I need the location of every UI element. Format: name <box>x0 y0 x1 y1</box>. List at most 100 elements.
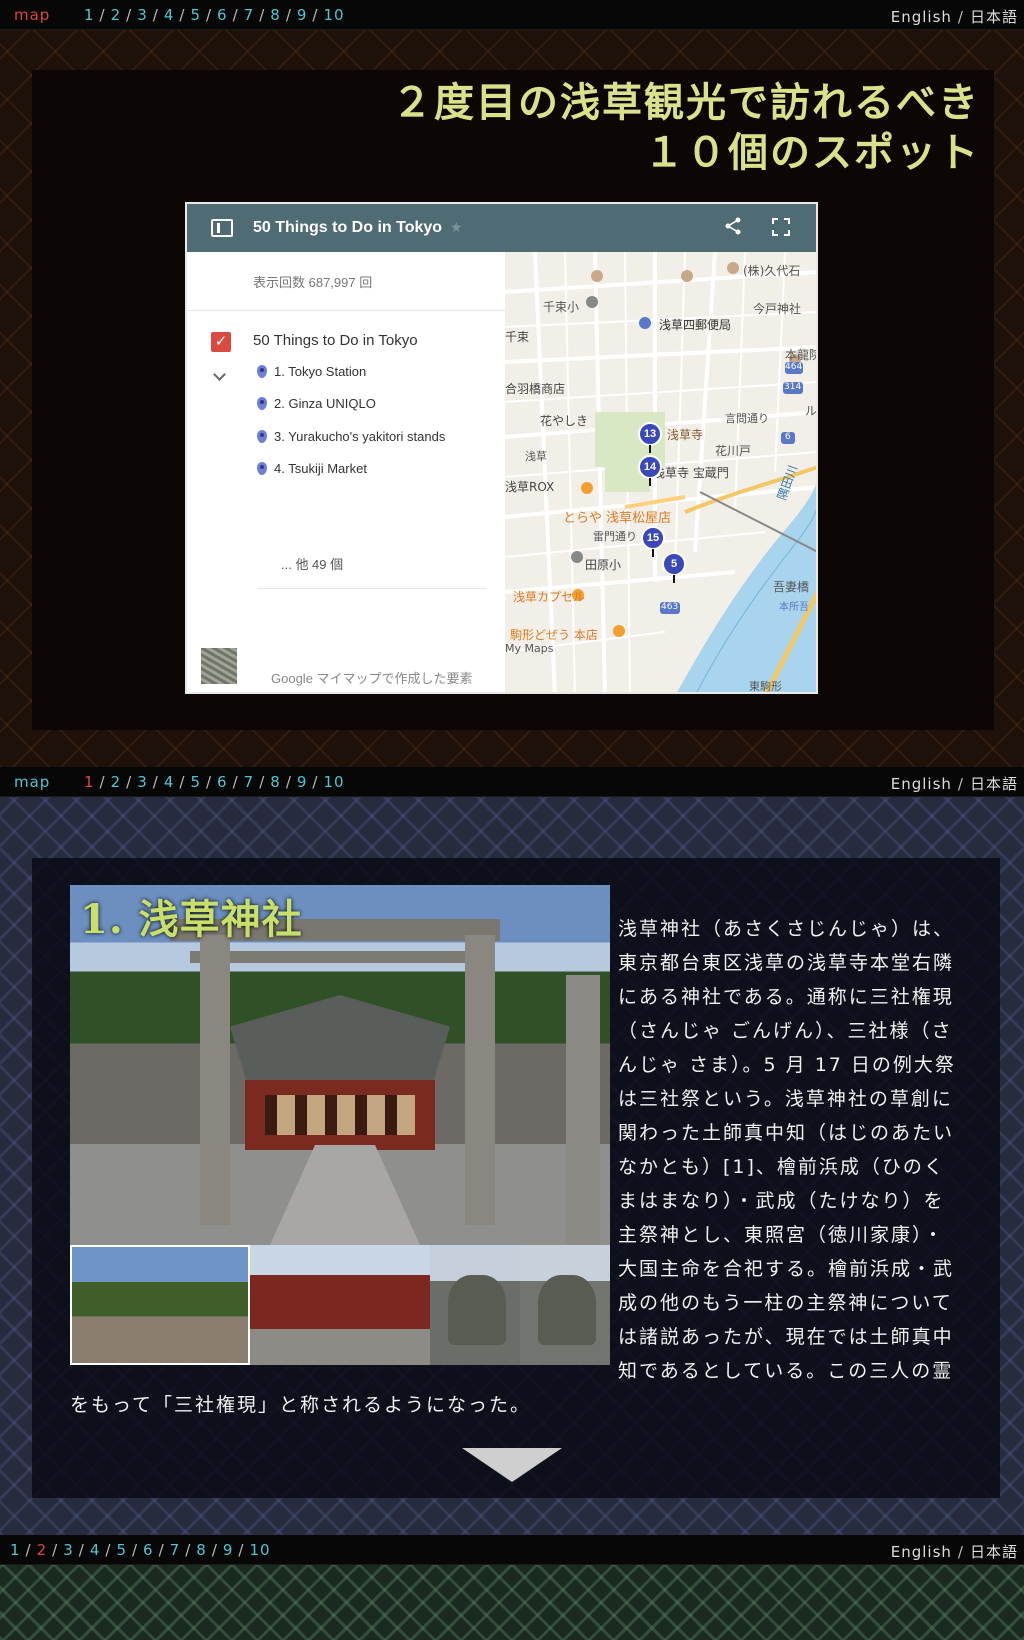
page-link-3[interactable]: 3 <box>137 773 148 791</box>
route-number: 314 <box>784 382 802 392</box>
layer-checkbox[interactable]: ✓ <box>211 332 231 352</box>
map-label: 浅草寺 <box>667 428 704 442</box>
intro-title-line2: １０個のスポット <box>644 129 980 176</box>
intro-title-line1: ２度目の浅草観光で訪れるべき <box>392 79 980 126</box>
page-link-5[interactable]: 5 <box>116 1541 127 1559</box>
page-link-7[interactable]: 7 <box>244 773 255 791</box>
map-label: 田原小 <box>585 558 622 572</box>
page-link-10[interactable]: 10 <box>249 1541 270 1559</box>
map-list-item[interactable]: 2. Ginza UNIQLO <box>257 396 376 411</box>
map-label: 本所吾 <box>779 602 809 613</box>
map-pin-icon <box>257 430 267 443</box>
page-link-2[interactable]: 2 <box>111 773 122 791</box>
map-marker-13[interactable]: 13 <box>638 422 662 453</box>
language-switcher: English / 日本語 <box>890 1543 1018 1561</box>
map-marker-15[interactable]: 15 <box>641 526 665 557</box>
page-link-6[interactable]: 6 <box>217 6 228 24</box>
route-number: 463 <box>661 602 679 612</box>
page-link-9[interactable]: 9 <box>297 6 308 24</box>
page-link-4[interactable]: 4 <box>90 1541 101 1559</box>
lang-english-link[interactable]: English <box>891 8 952 26</box>
page-link-5[interactable]: 5 <box>190 6 201 24</box>
map-label: 浅草カプセル <box>513 590 586 604</box>
page-link-1[interactable]: 1 <box>84 773 95 791</box>
language-switcher: English / 日本語 <box>890 8 1018 26</box>
map-canvas[interactable]: 千束小 浅草四郵便局 (株)久代石 今戸神社 本龍院 花やしき 浅草寺 花川戸 … <box>505 252 816 692</box>
map-title[interactable]: 50 Things to Do in Tokyo <box>253 219 442 237</box>
map-link[interactable]: map <box>14 6 84 24</box>
map-link[interactable]: map <box>14 773 84 791</box>
page-link-6[interactable]: 6 <box>217 773 228 791</box>
page-link-8[interactable]: 8 <box>270 6 281 24</box>
satellite-thumbnail[interactable] <box>201 648 237 684</box>
lang-english-link[interactable]: English <box>891 775 952 793</box>
chevron-down-icon[interactable] <box>213 368 226 381</box>
map-side-panel: 表示回数 687,997 回 ✓ 50 Things to Do in Toky… <box>187 252 505 692</box>
side-panel-toggle-icon[interactable] <box>211 219 233 237</box>
page-link-6[interactable]: 6 <box>143 1541 154 1559</box>
intro-section: ２度目の浅草観光で訪れるべき １０個のスポット 50 Things to Do … <box>0 30 1024 767</box>
page-link-8[interactable]: 8 <box>270 773 281 791</box>
spot-description-block: 浅草神社（あさくさじんじゃ）は、東京都台東区浅草の浅草寺本堂右隣にある神社である… <box>70 912 965 1422</box>
share-icon[interactable] <box>724 217 742 240</box>
map-label: 浅草ROX <box>505 480 555 494</box>
map-label: 花川戸 <box>715 444 752 458</box>
page-link-10[interactable]: 10 <box>323 6 344 24</box>
page-link-1[interactable]: 1 <box>10 1541 21 1559</box>
page-link-3[interactable]: 3 <box>63 1541 74 1559</box>
page-link-8[interactable]: 8 <box>196 1541 207 1559</box>
map-list-item[interactable]: 3. Yurakucho's yakitori stands <box>257 429 445 444</box>
map-label: 今戸神社 <box>753 302 802 316</box>
next-section-background <box>0 1565 1024 1640</box>
page-link-5[interactable]: 5 <box>190 773 201 791</box>
page-link-4[interactable]: 4 <box>164 773 175 791</box>
map-label: 花やしき <box>540 414 589 428</box>
map-pin-icon <box>257 462 267 475</box>
map-label: 合羽橋商店 <box>505 382 566 396</box>
page-link-10[interactable]: 10 <box>323 773 344 791</box>
map-list-item[interactable]: 4. Tsukiji Market <box>257 461 367 476</box>
page-link-2[interactable]: 2 <box>111 6 122 24</box>
next-section-navbar: 1/ 2/ 3/ 4/ 5/ 6/ 7/ 8/ 9/ 10 English / 日本… <box>0 1535 1024 1565</box>
map-marker-5[interactable]: 5 <box>662 552 686 583</box>
star-icon[interactable]: ★ <box>450 220 463 236</box>
layer-title[interactable]: 50 Things to Do in Tokyo <box>253 332 418 349</box>
map-label: 浅草四郵便局 <box>659 318 732 332</box>
map-label: 千束 <box>505 330 530 344</box>
page-link-7[interactable]: 7 <box>244 6 255 24</box>
map-credit: Google マイマップで作成した要素 <box>271 671 473 686</box>
map-marker-14[interactable]: 14 <box>638 455 662 486</box>
language-switcher: English / 日本語 <box>890 775 1018 793</box>
page-link-9[interactable]: 9 <box>297 773 308 791</box>
page-link-9[interactable]: 9 <box>223 1541 234 1559</box>
map-list-item-label: 4. Tsukiji Market <box>274 461 367 476</box>
fullscreen-icon[interactable] <box>772 218 790 236</box>
page-nav: 1/ 2/ 3/ 4/ 5/ 6/ 7/ 8/ 9/ 10 <box>84 5 345 24</box>
lang-japanese-link[interactable]: 日本語 <box>970 8 1018 26</box>
page-link-4[interactable]: 4 <box>164 6 175 24</box>
lang-english-link[interactable]: English <box>891 1543 952 1561</box>
lang-japanese-link[interactable]: 日本語 <box>970 1543 1018 1561</box>
page-link-2[interactable]: 2 <box>37 1541 48 1559</box>
lang-japanese-link[interactable]: 日本語 <box>970 775 1018 793</box>
map-list-item[interactable]: 1. Tokyo Station <box>257 364 366 379</box>
intro-title: ２度目の浅草観光で訪れるべき １０個のスポット <box>392 78 980 178</box>
page-link-7[interactable]: 7 <box>170 1541 181 1559</box>
page-link-3[interactable]: 3 <box>137 6 148 24</box>
map-label: (株)久代石 <box>743 264 801 278</box>
route-number: 464 <box>785 362 803 372</box>
map-list-item-label: 3. Yurakucho's yakitori stands <box>274 429 446 444</box>
more-items-link[interactable]: ... 他 49 個 <box>281 554 343 573</box>
view-count: 表示回数 687,997 回 <box>253 275 373 290</box>
map-pin-icon <box>257 397 267 410</box>
page-link-1[interactable]: 1 <box>84 6 95 24</box>
page-nav: 1/ 2/ 3/ 4/ 5/ 6/ 7/ 8/ 9/ 10 <box>10 1540 271 1559</box>
section-navbar: map 1/ 2/ 3/ 4/ 5/ 6/ 7/ 8/ 9/ 10 Englis… <box>0 767 1024 797</box>
map-pin-icon <box>257 365 267 378</box>
map-list-item-label: 1. Tokyo Station <box>274 364 367 379</box>
map-label: 浅草寺 宝蔵門 <box>653 466 729 480</box>
route-number: 6 <box>785 432 791 442</box>
map-label: My Maps <box>505 642 554 655</box>
divider <box>257 588 487 589</box>
embedded-map[interactable]: 50 Things to Do in Tokyo ★ 表示回数 687,997 … <box>185 202 818 694</box>
